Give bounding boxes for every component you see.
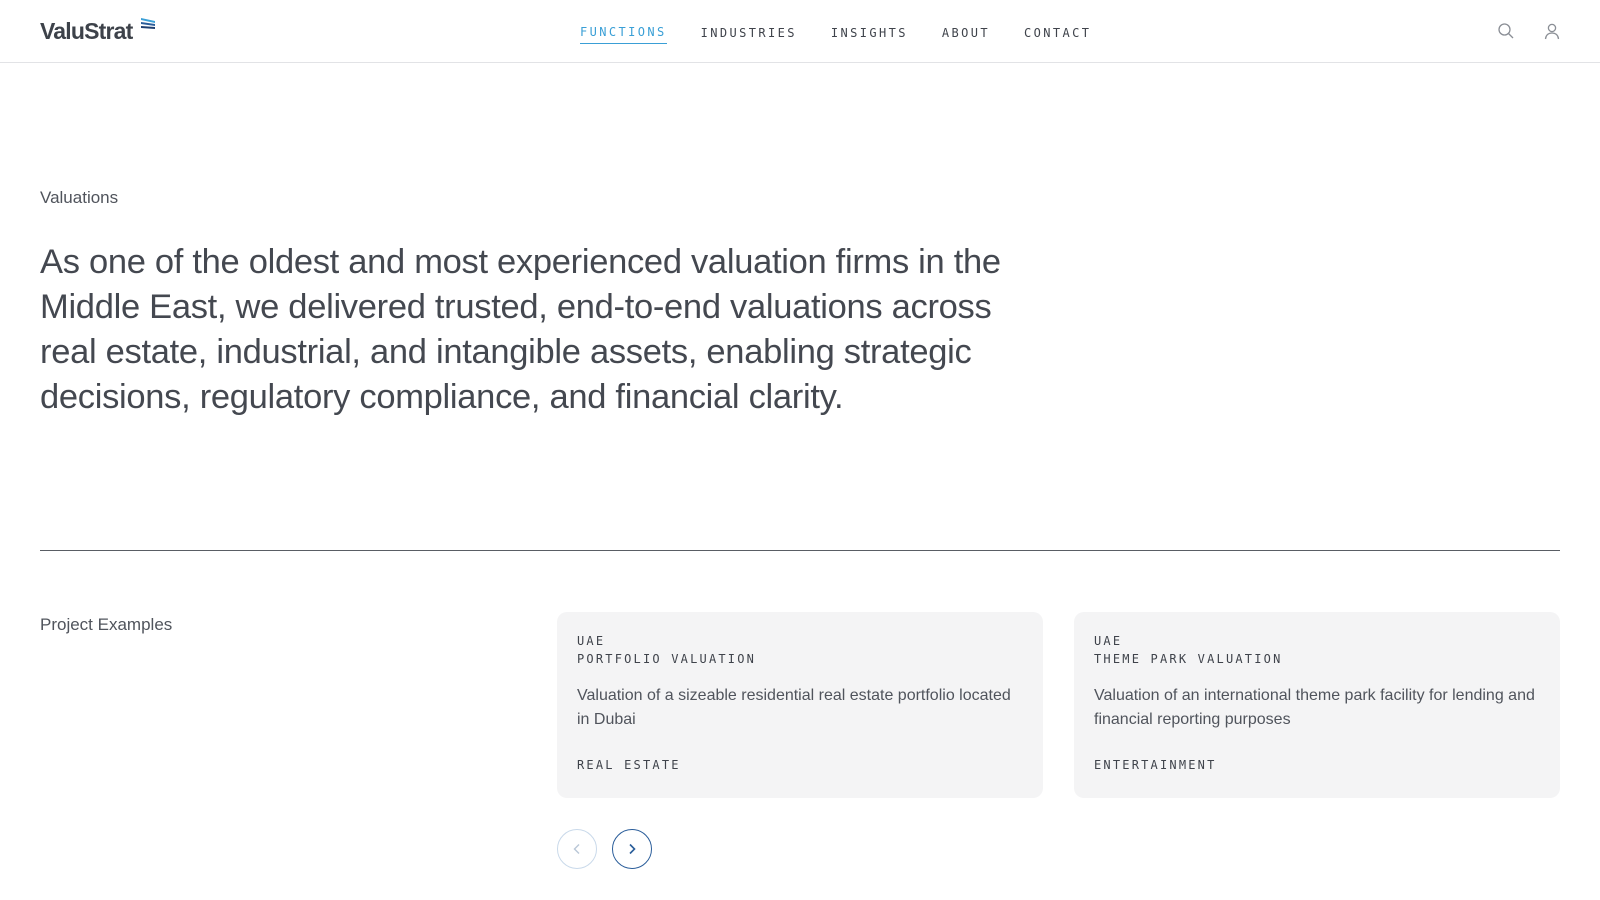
card-region: UAE (577, 634, 606, 648)
card-industry-tag: ENTERTAINMENT (1094, 758, 1217, 772)
chevron-left-icon (573, 844, 580, 854)
nav-about[interactable]: ABOUT (942, 20, 990, 44)
card-description: Valuation of an international theme park… (1094, 687, 1535, 728)
hero-statement: As one of the oldest and most experience… (40, 243, 1001, 416)
nav-insights[interactable]: INSIGHTS (831, 20, 908, 44)
project-card[interactable]: UAE PORTFOLIO VALUATION Valuation of a s… (557, 612, 1043, 798)
carousel-prev-button[interactable] (557, 829, 597, 869)
project-examples-label: Project Examples (40, 615, 173, 634)
logo-mark-icon (141, 18, 155, 29)
user-icon[interactable] (1542, 21, 1562, 41)
project-card[interactable]: UAE THEME PARK VALUATION Valuation of an… (1074, 612, 1560, 798)
chevron-right-icon (629, 843, 636, 855)
card-type: PORTFOLIO VALUATION (577, 652, 757, 666)
carousel-next-button[interactable] (612, 829, 652, 869)
site-header: ValuStrat FUNCTIONS INDUSTRIES INSIGHTS … (0, 0, 1600, 63)
section-divider (40, 550, 1560, 551)
logo-text: ValuStrat (40, 18, 133, 44)
card-description: Valuation of a sizeable residential real… (577, 687, 1011, 728)
logo[interactable]: ValuStrat (40, 16, 155, 46)
nav-functions[interactable]: FUNCTIONS (580, 19, 667, 44)
section-eyebrow: Valuations (40, 188, 119, 207)
card-region: UAE (1094, 634, 1123, 648)
card-type: THEME PARK VALUATION (1094, 652, 1283, 666)
card-industry-tag: REAL ESTATE (577, 758, 681, 772)
nav-contact[interactable]: CONTACT (1024, 20, 1091, 44)
nav-industries[interactable]: INDUSTRIES (701, 20, 797, 44)
search-icon[interactable] (1496, 21, 1516, 41)
main-nav: FUNCTIONS INDUSTRIES INSIGHTS ABOUT CONT… (580, 0, 1125, 63)
